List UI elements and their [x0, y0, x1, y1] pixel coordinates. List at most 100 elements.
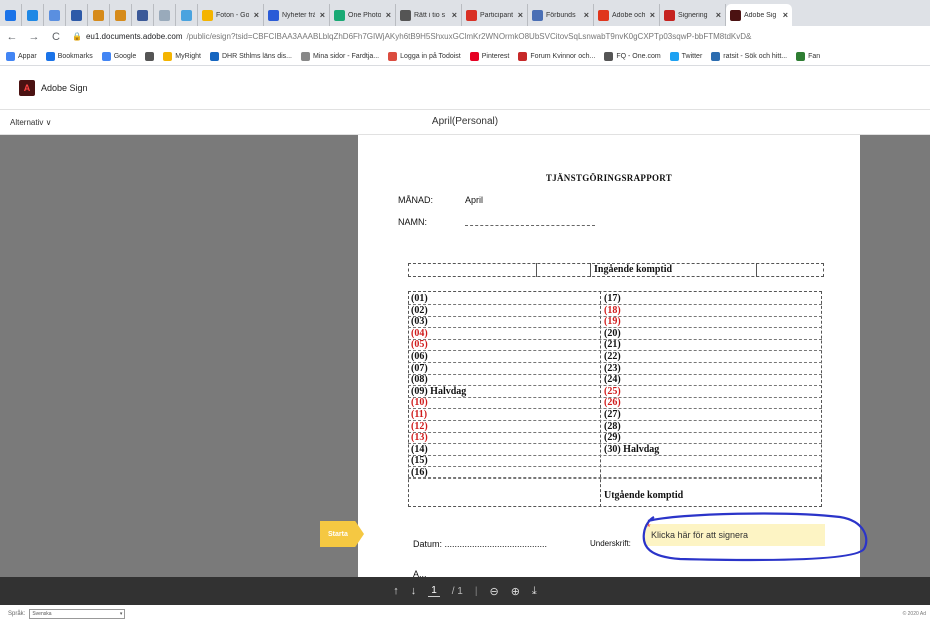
- browser-tab[interactable]: [176, 4, 198, 26]
- day-cell: (20): [604, 327, 621, 339]
- close-tab-icon[interactable]: ×: [716, 10, 721, 20]
- browser-tab[interactable]: Adobe och ×: [594, 4, 660, 26]
- close-tab-icon[interactable]: ×: [254, 10, 259, 20]
- bookmark-item[interactable]: Forum Kvinnor och...: [518, 51, 595, 61]
- tab-favicon-icon: [268, 9, 279, 21]
- browser-tab[interactable]: [22, 4, 44, 26]
- zoom-out-icon[interactable]: ⊖: [489, 585, 498, 598]
- bookmark-item[interactable]: Bookmarks: [45, 51, 93, 61]
- bookmark-label: ratsit - Sök och hitt...: [723, 52, 788, 60]
- bookmark-item[interactable]: ratsit - Sök och hitt...: [711, 51, 788, 61]
- browser-tab[interactable]: Förbunds ×: [528, 4, 594, 26]
- language-select[interactable]: Svenska ▾: [29, 609, 126, 619]
- bookmark-favicon-icon: [518, 51, 528, 61]
- browser-tab[interactable]: Foton - Go ×: [198, 4, 264, 26]
- close-tab-icon[interactable]: ×: [320, 10, 325, 20]
- brand[interactable]: A Adobe Sign: [19, 80, 88, 96]
- browser-tab[interactable]: Signering ×: [660, 4, 726, 26]
- browser-tab[interactable]: Rätt i tio s ×: [396, 4, 462, 26]
- divider: [590, 263, 591, 277]
- bookmark-item[interactable]: DHR Sthlms läns dis...: [209, 51, 292, 61]
- download-icon[interactable]: ⤓: [532, 585, 537, 598]
- close-tab-icon[interactable]: ×: [518, 10, 523, 20]
- zoom-in-icon[interactable]: ⊕: [511, 585, 520, 598]
- month-value: April: [465, 195, 484, 205]
- bookmark-favicon-icon: [796, 51, 806, 61]
- current-page-input[interactable]: 1: [428, 585, 440, 597]
- browser-tab[interactable]: [154, 4, 176, 26]
- bookmark-label: Logga in på Todoist: [400, 52, 461, 60]
- day-cell: (10): [411, 397, 428, 409]
- bookmark-label: Google: [113, 52, 137, 60]
- outgoing-label: Utgående komptid: [604, 490, 684, 501]
- browser-tab[interactable]: [66, 4, 88, 26]
- bookmark-favicon-icon: [163, 51, 173, 61]
- tab-favicon-icon: [466, 9, 477, 21]
- back-icon[interactable]: ←: [6, 31, 18, 43]
- day-cell: (23): [604, 362, 621, 374]
- name-label: NAMN:: [398, 217, 427, 227]
- bookmark-item[interactable]: Twitter: [669, 51, 702, 61]
- day-cell: (22): [604, 351, 621, 362]
- browser-tab[interactable]: [44, 4, 66, 26]
- page-footer: Språk: Svenska ▾ © 2020 Ad: [0, 605, 930, 623]
- tab-label: Signering: [678, 11, 708, 19]
- browser-tab[interactable]: [0, 4, 22, 26]
- bookmark-label: Fan: [808, 52, 821, 60]
- day-cell: (01): [411, 293, 428, 304]
- browser-tab[interactable]: Nyheter frå ×: [264, 4, 330, 26]
- close-tab-icon[interactable]: ×: [452, 10, 457, 20]
- tab-favicon-icon: [71, 9, 82, 21]
- browser-tab[interactable]: [132, 4, 154, 26]
- browser-tab[interactable]: Adobe Sig ×: [726, 4, 792, 26]
- day-cell: (26): [604, 397, 621, 409]
- day-cell: (24): [604, 374, 621, 386]
- start-button[interactable]: Starta: [320, 521, 364, 547]
- day-cell: (27): [604, 409, 621, 420]
- tab-label: One Photo: [348, 11, 381, 19]
- bookmark-label: DHR Sthlms läns dis...: [221, 52, 292, 60]
- bookmark-item[interactable]: Pinterest: [469, 51, 509, 61]
- document-viewer[interactable]: TJÄNSTGÖRINGSRAPPORT MÅNAD: April NAMN: …: [0, 135, 930, 577]
- browser-tab[interactable]: [110, 4, 132, 26]
- day-cell: (11): [411, 409, 428, 420]
- browser-tab[interactable]: [88, 4, 110, 26]
- day-cell: (15): [411, 455, 428, 467]
- bookmark-item[interactable]: Google: [101, 51, 137, 61]
- bookmark-item[interactable]: MyRight: [163, 51, 201, 61]
- tab-favicon-icon: [93, 9, 104, 21]
- day-cell: (08): [411, 374, 428, 386]
- app-header: A Adobe Sign: [0, 66, 930, 110]
- day-cell: (17): [604, 293, 621, 304]
- bookmark-item[interactable]: Mina sidor - Fardtja...: [301, 51, 379, 61]
- url-path: /public/esign?tsid=CBFCIBAA3AAABLblqZhD6…: [186, 32, 752, 41]
- next-page-icon[interactable]: ↓: [411, 585, 417, 597]
- close-tab-icon[interactable]: ×: [386, 10, 391, 20]
- tab-favicon-icon: [115, 9, 126, 21]
- bookmark-item[interactable]: Logga in på Todoist: [388, 51, 461, 61]
- bookmark-item[interactable]: Appar: [6, 51, 37, 61]
- forward-icon[interactable]: →: [28, 31, 40, 43]
- url-field[interactable]: 🔒 eu1.documents.adobe.com/public/esign?t…: [72, 32, 751, 41]
- day-cell: (14): [411, 443, 428, 455]
- previous-page-icon[interactable]: ↑: [393, 585, 399, 597]
- language-value: Svenska: [32, 611, 52, 617]
- chevron-down-icon: ▾: [119, 611, 123, 617]
- browser-address-bar: ← → C 🔒 eu1.documents.adobe.com/public/e…: [0, 26, 930, 47]
- bookmark-item[interactable]: FQ - One.com: [604, 51, 661, 61]
- browser-tab[interactable]: One Photo ×: [330, 4, 396, 26]
- browser-tab[interactable]: Participant ×: [462, 4, 528, 26]
- tab-favicon-icon: [202, 9, 213, 21]
- document-heading: TJÄNSTGÖRINGSRAPPORT: [545, 173, 673, 183]
- url-host: eu1.documents.adobe.com: [85, 32, 183, 41]
- lock-icon: 🔒: [72, 32, 82, 41]
- date-label: Datum: .................................…: [413, 539, 548, 549]
- close-tab-icon[interactable]: ×: [783, 10, 788, 20]
- bookmark-item[interactable]: [145, 51, 155, 61]
- close-tab-icon[interactable]: ×: [584, 10, 589, 20]
- day-cell: (12): [411, 420, 428, 432]
- total-pages: / 1: [451, 585, 463, 597]
- close-tab-icon[interactable]: ×: [650, 10, 655, 20]
- reload-icon[interactable]: C: [50, 31, 62, 43]
- bookmark-item[interactable]: Fan: [796, 51, 821, 61]
